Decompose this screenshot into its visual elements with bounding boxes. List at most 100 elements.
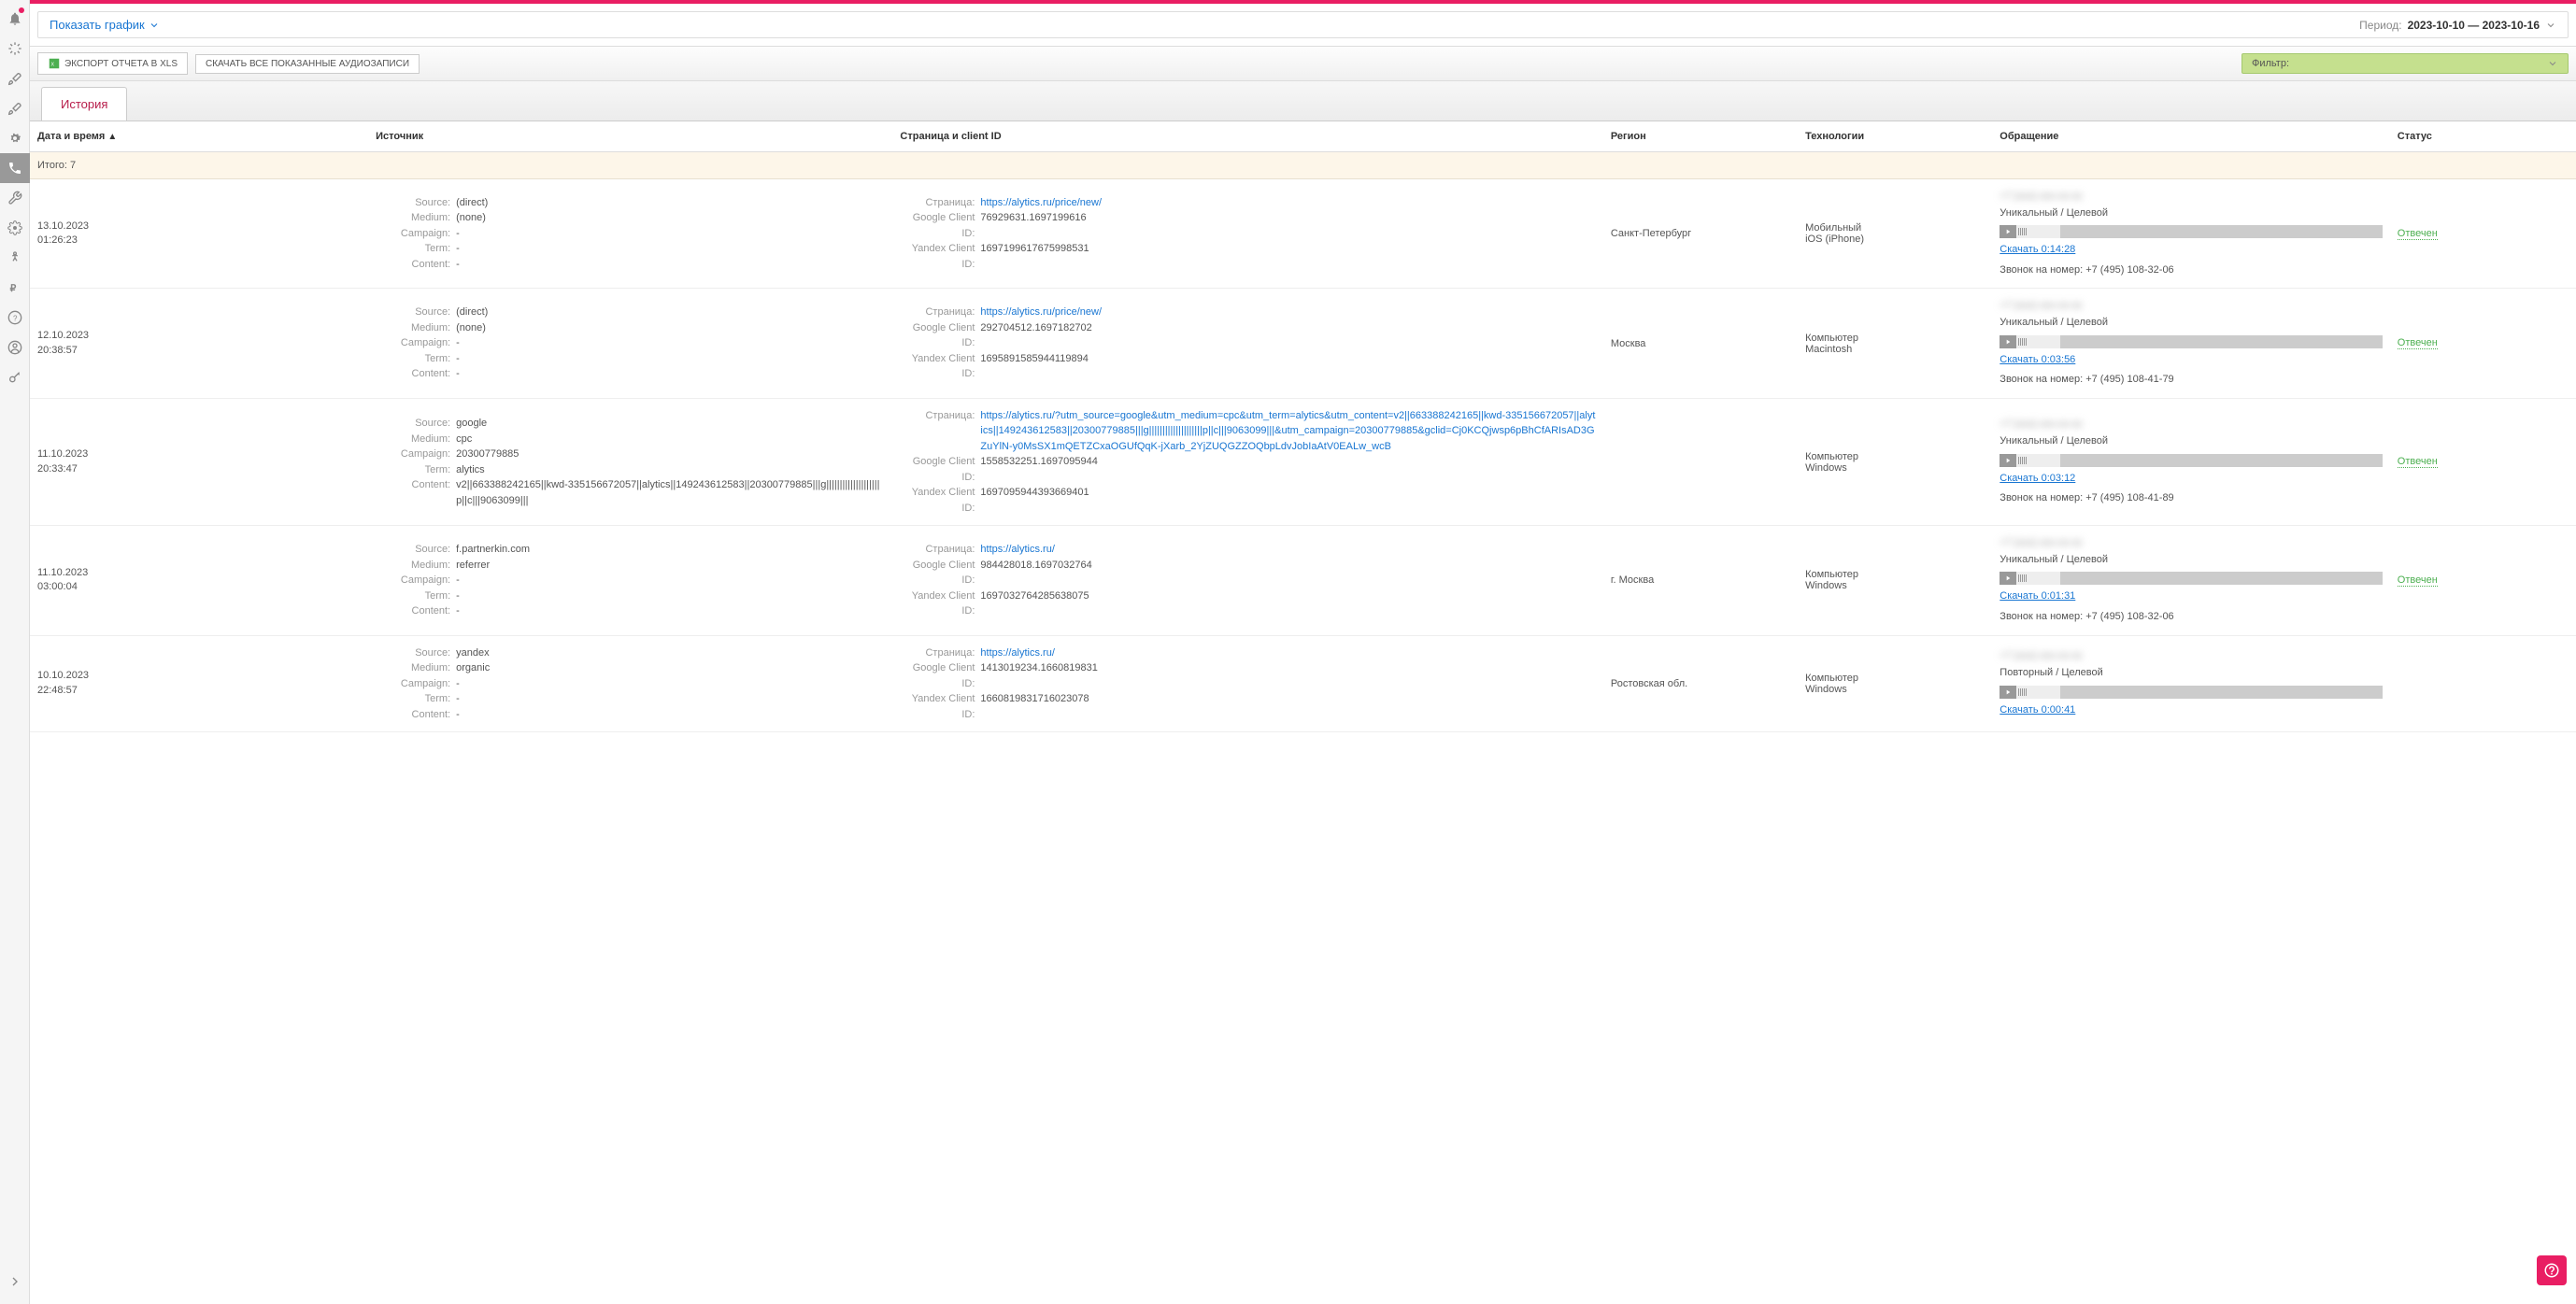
page-link[interactable]: https://alytics.ru/ bbox=[980, 645, 1054, 661]
nav-notifications[interactable] bbox=[0, 4, 30, 34]
col-header-call[interactable]: Обращение bbox=[1992, 121, 2389, 152]
help-floating-button[interactable] bbox=[2537, 1255, 2567, 1285]
download-link[interactable]: Скачать 0:00:41 bbox=[2000, 704, 2075, 716]
calls-table: Дата и время ▲ Источник Страница и clien… bbox=[30, 121, 2576, 732]
table-row: 13.10.202301:26:23 Source:(direct) Mediu… bbox=[30, 179, 2576, 289]
col-header-region[interactable]: Регион bbox=[1603, 121, 1798, 152]
tab-history[interactable]: История bbox=[41, 87, 127, 120]
nav-calls[interactable] bbox=[0, 153, 30, 183]
audio-progress[interactable] bbox=[2016, 335, 2382, 348]
cell-call: +7 (xxx) xxx-xx-xx Уникальный / Целевой … bbox=[1992, 526, 2389, 635]
period-value: 2023-10-10 — 2023-10-16 bbox=[2408, 19, 2540, 32]
cell-date: 11.10.202303:00:04 bbox=[30, 526, 368, 635]
page-link[interactable]: https://alytics.ru/ bbox=[980, 542, 1054, 558]
sort-asc-icon: ▲ bbox=[107, 132, 117, 142]
chevron-down-icon bbox=[2545, 20, 2556, 31]
download-link[interactable]: Скачать 0:01:31 bbox=[2000, 590, 2075, 602]
chart-toggle-label: Показать график bbox=[50, 18, 145, 32]
export-xls-button[interactable]: X ЭКСПОРТ ОТЧЕТА В XLS bbox=[37, 52, 188, 75]
nav-rocket-1[interactable] bbox=[0, 64, 30, 93]
period-selector[interactable]: Период: 2023-10-10 — 2023-10-16 bbox=[2359, 19, 2556, 32]
download-link[interactable]: Скачать 0:03:56 bbox=[2000, 354, 2075, 365]
play-button[interactable] bbox=[2000, 454, 2016, 467]
cell-status: Отвечен bbox=[2390, 398, 2576, 526]
cell-tech: МобильныйiOS (iPhone) bbox=[1798, 179, 1992, 289]
col-header-tech[interactable]: Технологии bbox=[1798, 121, 1992, 152]
cell-region: Москва bbox=[1603, 289, 1798, 398]
cell-tech: КомпьютерMacintosh bbox=[1798, 289, 1992, 398]
nav-help[interactable]: ? bbox=[0, 303, 30, 333]
cell-call: +7 (xxx) xxx-xx-xx Повторный / Целевой С… bbox=[1992, 635, 2389, 732]
top-accent-bar bbox=[30, 0, 2576, 4]
nav-expand[interactable] bbox=[0, 1267, 30, 1297]
col-header-status[interactable]: Статус bbox=[2390, 121, 2576, 152]
nav-user[interactable] bbox=[0, 333, 30, 362]
filter-dropdown[interactable]: Фильтр: bbox=[2242, 53, 2569, 74]
cell-source: Source:google Medium:cpc Campaign:203007… bbox=[368, 398, 892, 526]
nav-settings-2[interactable] bbox=[0, 213, 30, 243]
table-row: 11.10.202303:00:04 Source:f.partnerkin.c… bbox=[30, 526, 2576, 635]
cell-region: г. Москва bbox=[1603, 526, 1798, 635]
status-badge[interactable]: Отвечен bbox=[2398, 337, 2438, 349]
play-button[interactable] bbox=[2000, 225, 2016, 238]
cell-call: +7 (xxx) xxx-xx-xx Уникальный / Целевой … bbox=[1992, 179, 2389, 289]
cell-page: Страница:https://alytics.ru/ Google Clie… bbox=[892, 635, 1602, 732]
audio-player bbox=[2000, 686, 2382, 699]
cell-status: Отвечен bbox=[2390, 179, 2576, 289]
download-link[interactable]: Скачать 0:03:12 bbox=[2000, 473, 2075, 484]
toolbar: X ЭКСПОРТ ОТЧЕТА В XLS СКАЧАТЬ ВСЕ ПОКАЗ… bbox=[30, 46, 2576, 81]
cell-date: 13.10.202301:26:23 bbox=[30, 179, 368, 289]
audio-progress[interactable] bbox=[2016, 225, 2382, 238]
nav-person[interactable] bbox=[0, 243, 30, 273]
cell-region: Санкт-Петербург bbox=[1603, 179, 1798, 289]
chevron-down-icon bbox=[2547, 58, 2558, 69]
col-header-date[interactable]: Дата и время ▲ bbox=[30, 121, 368, 152]
cell-status: Отвечен bbox=[2390, 526, 2576, 635]
cell-source: Source:(direct) Medium:(none) Campaign:-… bbox=[368, 179, 892, 289]
table-row: 10.10.202322:48:57 Source:yandex Medium:… bbox=[30, 635, 2576, 732]
total-label: Итого: 7 bbox=[30, 152, 368, 179]
table-row: 11.10.202320:33:47 Source:google Medium:… bbox=[30, 398, 2576, 526]
cell-call: +7 (xxx) xxx-xx-xx Уникальный / Целевой … bbox=[1992, 398, 2389, 526]
play-button[interactable] bbox=[2000, 572, 2016, 585]
nav-rocket-2[interactable] bbox=[0, 93, 30, 123]
chart-toggle[interactable]: Показать график bbox=[50, 18, 160, 32]
svg-text:₽: ₽ bbox=[9, 283, 16, 294]
page-link[interactable]: https://alytics.ru/price/new/ bbox=[980, 305, 1102, 320]
download-audio-button[interactable]: СКАЧАТЬ ВСЕ ПОКАЗАННЫЕ АУДИОЗАПИСИ bbox=[195, 54, 420, 74]
nav-ruble[interactable]: ₽ bbox=[0, 273, 30, 303]
cell-page: Страница:https://alytics.ru/price/new/ G… bbox=[892, 179, 1602, 289]
nav-dashboard[interactable] bbox=[0, 34, 30, 64]
play-button[interactable] bbox=[2000, 686, 2016, 699]
nav-settings-1[interactable] bbox=[0, 123, 30, 153]
status-badge[interactable]: Отвечен bbox=[2398, 574, 2438, 587]
chevron-down-icon bbox=[149, 20, 160, 31]
col-header-source[interactable]: Источник bbox=[368, 121, 892, 152]
tabs-bar: История bbox=[30, 81, 2576, 121]
audio-progress[interactable] bbox=[2016, 454, 2382, 467]
page-link[interactable]: https://alytics.ru/price/new/ bbox=[980, 195, 1102, 211]
cell-tech: КомпьютерWindows bbox=[1798, 526, 1992, 635]
audio-progress[interactable] bbox=[2016, 572, 2382, 585]
phone-blurred: +7 (xxx) xxx-xx-xx bbox=[2000, 417, 2382, 433]
download-link[interactable]: Скачать 0:14:28 bbox=[2000, 244, 2075, 255]
nav-key[interactable] bbox=[0, 362, 30, 392]
nav-tools[interactable] bbox=[0, 183, 30, 213]
cell-date: 11.10.202320:33:47 bbox=[30, 398, 368, 526]
cell-tech: КомпьютерWindows bbox=[1798, 635, 1992, 732]
phone-blurred: +7 (xxx) xxx-xx-xx bbox=[2000, 298, 2382, 315]
sidebar: ₽ ? bbox=[0, 0, 30, 1304]
status-badge[interactable]: Отвечен bbox=[2398, 456, 2438, 468]
cell-status: Отвечен bbox=[2390, 289, 2576, 398]
filter-label: Фильтр: bbox=[2252, 58, 2289, 69]
col-header-page[interactable]: Страница и client ID bbox=[892, 121, 1602, 152]
page-link[interactable]: https://alytics.ru/?utm_source=google&ut… bbox=[980, 408, 1595, 455]
audio-progress[interactable] bbox=[2016, 686, 2382, 699]
cell-date: 12.10.202320:38:57 bbox=[30, 289, 368, 398]
play-button[interactable] bbox=[2000, 335, 2016, 348]
period-label: Период: bbox=[2359, 19, 2401, 32]
status-badge[interactable]: Отвечен bbox=[2398, 228, 2438, 240]
total-row: Итого: 7 bbox=[30, 152, 2576, 179]
cell-page: Страница:https://alytics.ru/price/new/ G… bbox=[892, 289, 1602, 398]
phone-blurred: +7 (xxx) xxx-xx-xx bbox=[2000, 535, 2382, 552]
